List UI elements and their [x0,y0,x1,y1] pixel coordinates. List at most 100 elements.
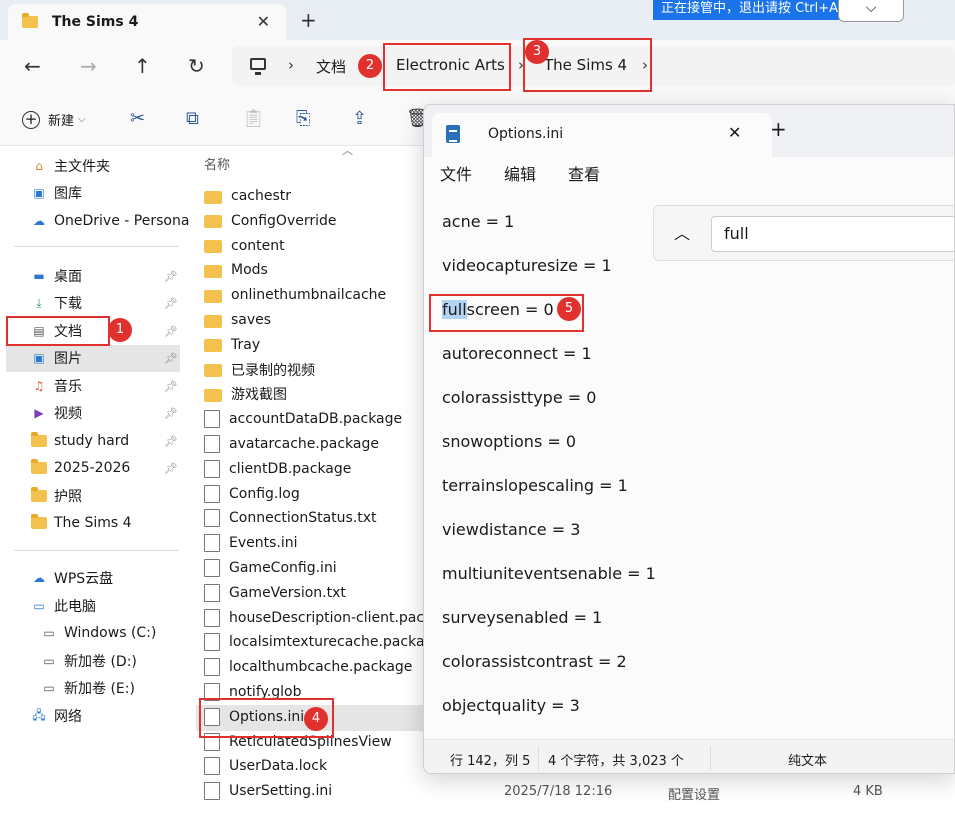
annotation-badge-4: 4 [304,707,328,731]
text-line[interactable]: viewdistance = 3 [442,520,580,539]
find-input[interactable]: full [711,216,954,252]
sidebar-item-drive-e[interactable]: ▭ 新加卷 (E:) [40,676,135,700]
text-line[interactable]: videocapturesize = 1 [442,256,612,275]
close-tab-icon[interactable]: ✕ [728,123,741,142]
pin-icon[interactable]: 📌︎ [164,297,178,310]
file-name: GameConfig.ini [229,560,337,576]
file-name: houseDescription-client.packa [229,609,441,626]
close-tab-icon[interactable]: ✕ [257,12,270,31]
file-row[interactable]: Events.ini [204,531,298,555]
pin-icon[interactable]: 📌︎ [164,407,178,420]
sidebar-item-drive-c[interactable]: ▭ Windows (C:) [40,621,156,645]
pin-icon[interactable]: 📌︎ [164,380,178,393]
sidebar-item-passport[interactable]: 护照 [30,484,82,508]
file-row[interactable]: avatarcache.package [204,432,379,456]
sidebar-item-this-pc[interactable]: ▭ 此电脑 [30,594,96,618]
breadcrumb-documents[interactable]: 文档 [316,56,346,77]
file-row[interactable]: saves [204,308,271,332]
sidebar-item-videos[interactable]: ▶ 视频 [30,401,82,425]
copy-icon[interactable]: ⧉ [186,108,199,129]
file-row[interactable]: UserData.lock [204,754,327,778]
file-row[interactable]: Mods [204,258,268,282]
text-line[interactable]: terrainslopescaling = 1 [442,476,628,495]
menu-file[interactable]: 文件 [440,161,472,185]
find-input-text: full [724,224,749,243]
picture-icon: ▣ [33,351,45,365]
sidebar-item-the-sims-4[interactable]: The Sims 4 [30,511,132,535]
pin-icon[interactable]: 📌︎ [164,325,178,338]
file-row[interactable]: 已录制的视频 [204,358,315,382]
new-button[interactable]: + 新建 ⌵ [22,110,86,129]
folder-icon [30,487,48,504]
sidebar-item-desktop[interactable]: ▬ 桌面 [30,264,82,288]
file-row[interactable]: Tray [204,333,260,357]
pin-icon[interactable]: 📌︎ [164,435,178,448]
file-row[interactable]: onlinethumbnailcache [204,283,386,307]
pin-icon[interactable]: 📌︎ [164,352,178,365]
chevron-up-icon[interactable]: ︿ [674,220,690,244]
sidebar-item-music[interactable]: ♫ 音乐 [30,374,82,398]
file-name: localsimtexturecache.packag [229,634,434,651]
sidebar-item-onedrive[interactable]: ☁ OneDrive - Persona [30,209,189,233]
file-name: accountDataDB.package [229,411,403,428]
file-row[interactable]: cachestr [204,184,291,208]
pin-icon[interactable]: 📌︎ [164,270,178,283]
file-name: saves [231,312,272,328]
rename-icon[interactable]: ⎘ [296,108,310,129]
text-line[interactable]: surveysenabled = 1 [442,608,602,627]
new-tab-button[interactable]: + [770,117,787,141]
forward-arrow-icon[interactable]: → [80,54,97,78]
text-line[interactable]: snowoptions = 0 [442,432,576,451]
notepad-tab[interactable]: Options.ini ✕ [432,113,772,157]
back-arrow-icon[interactable]: ← [24,54,41,78]
text-line[interactable]: multiuniteventsenable = 1 [442,564,656,583]
cut-icon[interactable]: ✂ [130,108,145,129]
file-row[interactable]: content [204,234,285,258]
file-row[interactable]: ConfigOverride [204,209,337,233]
file-row[interactable]: clientDB.package [204,457,351,481]
menu-view[interactable]: 查看 [568,161,600,185]
file-name: 游戏截图 [231,387,287,404]
file-row[interactable]: GameConfig.ini [204,556,337,580]
cursor-position: 行 142，列 5 [450,754,531,769]
text-line[interactable]: objectquality = 3 [442,696,580,715]
sidebar-item-2025-2026[interactable]: 2025-2026 [30,456,130,480]
refresh-icon[interactable]: ↻ [188,54,205,78]
file-row[interactable]: localthumbcache.package [204,655,412,679]
sidebar-item-label: WPS云盘 [54,571,114,587]
sidebar-item-gallery[interactable]: ▣ 图库 [30,181,82,205]
file-name: Events.ini [229,535,298,552]
home-icon: ⌂ [35,159,43,173]
sidebar-item-network[interactable]: 🖧︎ 网络 [30,704,82,728]
file-row[interactable]: 游戏截图 [204,382,287,406]
file-row[interactable]: localsimtexturecache.packag [204,630,433,654]
sidebar-item-home[interactable]: ⌂ 主文件夹 [30,154,110,178]
file-row[interactable]: Config.log [204,482,300,506]
video-icon: ▶ [34,406,44,420]
file-row[interactable]: GameVersion.txt [204,581,346,605]
text-line[interactable]: autoreconnect = 1 [442,344,592,363]
chevron-down-icon[interactable]: ⌵ [838,0,904,22]
text-line[interactable]: colorassistcontrast = 2 [442,652,627,671]
file-name: cachestr [231,188,291,204]
text-line[interactable]: acne = 1 [442,212,514,231]
up-arrow-icon[interactable]: ↑ [134,54,151,78]
file-row[interactable]: ConnectionStatus.txt [204,506,377,530]
explorer-tab[interactable]: The Sims 4 ✕ [8,4,286,40]
sidebar-item-study-hard[interactable]: study hard [30,429,129,453]
sidebar-item-wps-cloud[interactable]: ☁ WPS云盘 [30,566,113,590]
sidebar-item-downloads[interactable]: ⤓ 下载 [30,291,82,315]
text-line[interactable]: colorassisttype = 0 [442,388,596,407]
file-row[interactable]: UserSetting.ini [204,779,332,803]
file-row[interactable]: houseDescription-client.packa [204,606,441,630]
new-tab-button[interactable]: + [300,8,317,32]
pin-icon[interactable]: 📌︎ [164,462,178,475]
share-icon[interactable]: ⇪ [352,108,367,129]
paste-icon[interactable]: 📋︎ [242,108,265,129]
chevron-right-icon[interactable]: › [288,56,294,74]
sidebar-item-pictures[interactable]: ▣ 图片 [30,346,82,370]
file-row[interactable]: accountDataDB.package [204,407,402,431]
menu-edit[interactable]: 编辑 [504,161,536,185]
column-header-name[interactable]: 名称 [204,154,230,173]
sidebar-item-drive-d[interactable]: ▭ 新加卷 (D:) [40,649,137,673]
